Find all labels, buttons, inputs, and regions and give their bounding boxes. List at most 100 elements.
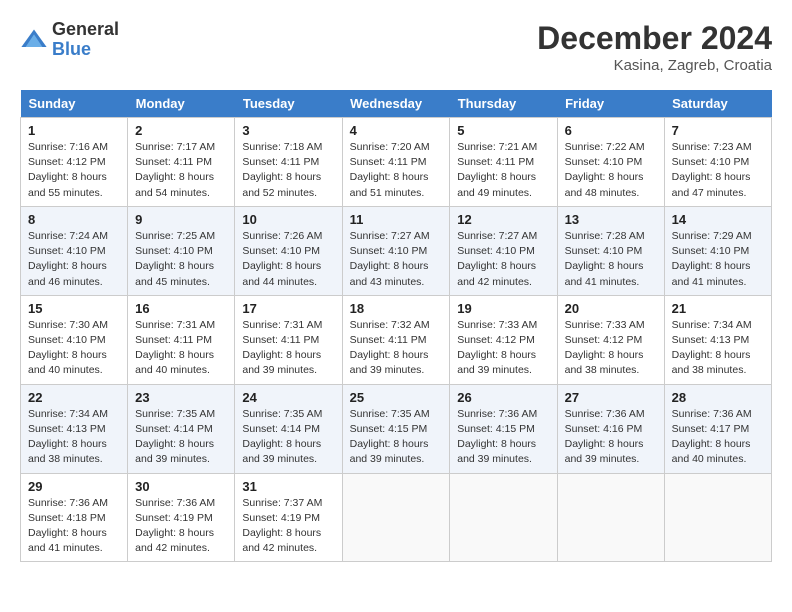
weekday-header-sunday: Sunday (21, 90, 128, 118)
day-number: 16 (135, 301, 227, 316)
day-number: 10 (242, 212, 334, 227)
logo: General Blue (20, 20, 119, 60)
calendar-cell: 1 Sunrise: 7:16 AMSunset: 4:12 PMDayligh… (21, 118, 128, 207)
day-info: Sunrise: 7:36 AMSunset: 4:15 PMDaylight:… (457, 407, 549, 468)
day-number: 11 (350, 212, 443, 227)
day-number: 2 (135, 123, 227, 138)
calendar-cell: 20 Sunrise: 7:33 AMSunset: 4:12 PMDaylig… (557, 295, 664, 384)
calendar-cell: 16 Sunrise: 7:31 AMSunset: 4:11 PMDaylig… (128, 295, 235, 384)
day-info: Sunrise: 7:36 AMSunset: 4:17 PMDaylight:… (672, 407, 764, 468)
calendar-cell: 27 Sunrise: 7:36 AMSunset: 4:16 PMDaylig… (557, 384, 664, 473)
day-number: 7 (672, 123, 764, 138)
calendar-cell: 4 Sunrise: 7:20 AMSunset: 4:11 PMDayligh… (342, 118, 450, 207)
logo-general: General (52, 20, 119, 40)
day-number: 18 (350, 301, 443, 316)
calendar-cell: 31 Sunrise: 7:37 AMSunset: 4:19 PMDaylig… (235, 473, 342, 562)
calendar-cell: 30 Sunrise: 7:36 AMSunset: 4:19 PMDaylig… (128, 473, 235, 562)
calendar-cell: 15 Sunrise: 7:30 AMSunset: 4:10 PMDaylig… (21, 295, 128, 384)
weekday-header-wednesday: Wednesday (342, 90, 450, 118)
calendar-cell: 24 Sunrise: 7:35 AMSunset: 4:14 PMDaylig… (235, 384, 342, 473)
calendar-cell: 11 Sunrise: 7:27 AMSunset: 4:10 PMDaylig… (342, 206, 450, 295)
day-info: Sunrise: 7:25 AMSunset: 4:10 PMDaylight:… (135, 229, 227, 290)
day-number: 15 (28, 301, 120, 316)
calendar-cell: 23 Sunrise: 7:35 AMSunset: 4:14 PMDaylig… (128, 384, 235, 473)
day-number: 19 (457, 301, 549, 316)
day-info: Sunrise: 7:36 AMSunset: 4:16 PMDaylight:… (565, 407, 657, 468)
location: Kasina, Zagreb, Croatia (537, 57, 772, 74)
day-info: Sunrise: 7:23 AMSunset: 4:10 PMDaylight:… (672, 140, 764, 201)
page-header: General Blue December 2024 Kasina, Zagre… (20, 20, 772, 74)
logo-icon (20, 26, 48, 54)
title-block: December 2024 Kasina, Zagreb, Croatia (537, 20, 772, 74)
day-number: 25 (350, 390, 443, 405)
day-info: Sunrise: 7:17 AMSunset: 4:11 PMDaylight:… (135, 140, 227, 201)
day-number: 23 (135, 390, 227, 405)
day-number: 27 (565, 390, 657, 405)
day-number: 8 (28, 212, 120, 227)
day-info: Sunrise: 7:24 AMSunset: 4:10 PMDaylight:… (28, 229, 120, 290)
calendar-cell: 25 Sunrise: 7:35 AMSunset: 4:15 PMDaylig… (342, 384, 450, 473)
day-info: Sunrise: 7:22 AMSunset: 4:10 PMDaylight:… (565, 140, 657, 201)
day-info: Sunrise: 7:33 AMSunset: 4:12 PMDaylight:… (565, 318, 657, 379)
day-info: Sunrise: 7:26 AMSunset: 4:10 PMDaylight:… (242, 229, 334, 290)
weekday-header-monday: Monday (128, 90, 235, 118)
calendar-cell: 28 Sunrise: 7:36 AMSunset: 4:17 PMDaylig… (664, 384, 771, 473)
logo-text: General Blue (52, 20, 119, 60)
day-info: Sunrise: 7:34 AMSunset: 4:13 PMDaylight:… (28, 407, 120, 468)
day-info: Sunrise: 7:36 AMSunset: 4:19 PMDaylight:… (135, 496, 227, 557)
logo-blue: Blue (52, 40, 119, 60)
calendar-cell: 18 Sunrise: 7:32 AMSunset: 4:11 PMDaylig… (342, 295, 450, 384)
day-number: 4 (350, 123, 443, 138)
calendar-cell (557, 473, 664, 562)
calendar-cell: 19 Sunrise: 7:33 AMSunset: 4:12 PMDaylig… (450, 295, 557, 384)
calendar-cell (664, 473, 771, 562)
calendar-cell: 3 Sunrise: 7:18 AMSunset: 4:11 PMDayligh… (235, 118, 342, 207)
calendar-cell (342, 473, 450, 562)
day-info: Sunrise: 7:32 AMSunset: 4:11 PMDaylight:… (350, 318, 443, 379)
day-number: 21 (672, 301, 764, 316)
day-info: Sunrise: 7:36 AMSunset: 4:18 PMDaylight:… (28, 496, 120, 557)
day-number: 5 (457, 123, 549, 138)
calendar-week-5: 29 Sunrise: 7:36 AMSunset: 4:18 PMDaylig… (21, 473, 772, 562)
day-info: Sunrise: 7:18 AMSunset: 4:11 PMDaylight:… (242, 140, 334, 201)
calendar-cell: 10 Sunrise: 7:26 AMSunset: 4:10 PMDaylig… (235, 206, 342, 295)
calendar-cell: 2 Sunrise: 7:17 AMSunset: 4:11 PMDayligh… (128, 118, 235, 207)
day-number: 20 (565, 301, 657, 316)
day-info: Sunrise: 7:31 AMSunset: 4:11 PMDaylight:… (135, 318, 227, 379)
day-info: Sunrise: 7:28 AMSunset: 4:10 PMDaylight:… (565, 229, 657, 290)
day-number: 26 (457, 390, 549, 405)
day-number: 28 (672, 390, 764, 405)
calendar-cell: 17 Sunrise: 7:31 AMSunset: 4:11 PMDaylig… (235, 295, 342, 384)
day-info: Sunrise: 7:16 AMSunset: 4:12 PMDaylight:… (28, 140, 120, 201)
calendar-cell: 12 Sunrise: 7:27 AMSunset: 4:10 PMDaylig… (450, 206, 557, 295)
day-info: Sunrise: 7:29 AMSunset: 4:10 PMDaylight:… (672, 229, 764, 290)
calendar-cell: 7 Sunrise: 7:23 AMSunset: 4:10 PMDayligh… (664, 118, 771, 207)
calendar-week-3: 15 Sunrise: 7:30 AMSunset: 4:10 PMDaylig… (21, 295, 772, 384)
calendar-cell: 8 Sunrise: 7:24 AMSunset: 4:10 PMDayligh… (21, 206, 128, 295)
weekday-header-friday: Friday (557, 90, 664, 118)
weekday-header-thursday: Thursday (450, 90, 557, 118)
day-info: Sunrise: 7:27 AMSunset: 4:10 PMDaylight:… (457, 229, 549, 290)
day-info: Sunrise: 7:21 AMSunset: 4:11 PMDaylight:… (457, 140, 549, 201)
calendar-cell: 9 Sunrise: 7:25 AMSunset: 4:10 PMDayligh… (128, 206, 235, 295)
weekday-header-tuesday: Tuesday (235, 90, 342, 118)
weekday-header-saturday: Saturday (664, 90, 771, 118)
calendar-week-2: 8 Sunrise: 7:24 AMSunset: 4:10 PMDayligh… (21, 206, 772, 295)
calendar-cell: 5 Sunrise: 7:21 AMSunset: 4:11 PMDayligh… (450, 118, 557, 207)
calendar-cell: 26 Sunrise: 7:36 AMSunset: 4:15 PMDaylig… (450, 384, 557, 473)
day-number: 6 (565, 123, 657, 138)
day-number: 14 (672, 212, 764, 227)
day-info: Sunrise: 7:30 AMSunset: 4:10 PMDaylight:… (28, 318, 120, 379)
day-number: 30 (135, 479, 227, 494)
calendar-week-1: 1 Sunrise: 7:16 AMSunset: 4:12 PMDayligh… (21, 118, 772, 207)
calendar-cell: 14 Sunrise: 7:29 AMSunset: 4:10 PMDaylig… (664, 206, 771, 295)
day-number: 24 (242, 390, 334, 405)
day-info: Sunrise: 7:31 AMSunset: 4:11 PMDaylight:… (242, 318, 334, 379)
calendar-cell: 21 Sunrise: 7:34 AMSunset: 4:13 PMDaylig… (664, 295, 771, 384)
calendar-week-4: 22 Sunrise: 7:34 AMSunset: 4:13 PMDaylig… (21, 384, 772, 473)
calendar-cell: 13 Sunrise: 7:28 AMSunset: 4:10 PMDaylig… (557, 206, 664, 295)
calendar-cell: 29 Sunrise: 7:36 AMSunset: 4:18 PMDaylig… (21, 473, 128, 562)
month-title: December 2024 (537, 20, 772, 57)
day-info: Sunrise: 7:35 AMSunset: 4:14 PMDaylight:… (242, 407, 334, 468)
day-info: Sunrise: 7:35 AMSunset: 4:15 PMDaylight:… (350, 407, 443, 468)
